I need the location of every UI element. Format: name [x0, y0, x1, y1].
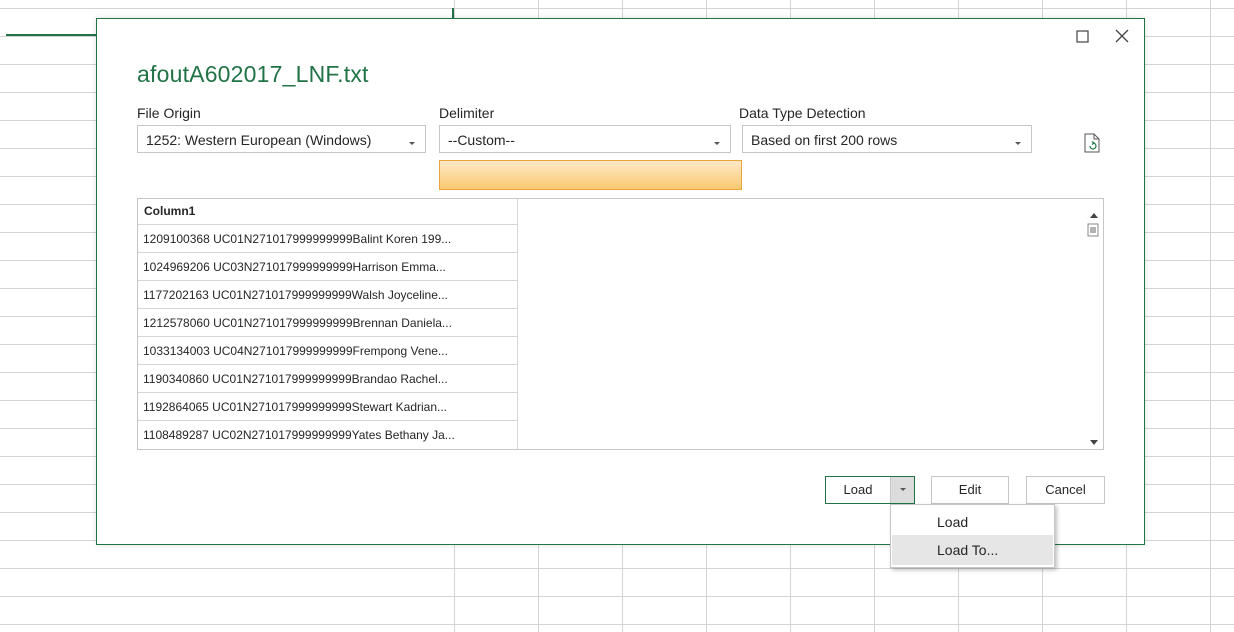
close-icon	[1111, 25, 1133, 47]
table-row: 1108489287 UC02N271017999999999Yates Bet…	[143, 428, 455, 442]
scroll-thumb-icon[interactable]	[1087, 223, 1099, 237]
maximize-icon	[1071, 25, 1093, 47]
menu-item-load-to[interactable]: Load To...	[892, 535, 1053, 565]
maximize-button[interactable]	[1071, 25, 1093, 47]
dialog-title: afoutA602017_LNF.txt	[137, 61, 369, 87]
data-preview-table: Column1 1209100368 UC01N271017999999999B…	[137, 198, 1104, 450]
table-row: 1177202163 UC01N271017999999999Walsh Joy…	[138, 281, 517, 309]
table-row: 1024969206 UC03N271017999999999Harrison …	[138, 253, 517, 281]
table-row: 1209100368 UC01N271017999999999Balint Ko…	[138, 225, 517, 253]
preview-column: Column1 1209100368 UC01N271017999999999B…	[138, 199, 518, 449]
column-header[interactable]: Column1	[138, 199, 517, 225]
table-row: 1212578060 UC01N271017999999999Brennan D…	[138, 309, 517, 337]
load-options-menu: Load Load To...	[890, 504, 1055, 568]
delimiter-label: Delimiter	[439, 105, 495, 121]
load-dropdown-toggle[interactable]	[890, 477, 914, 503]
file-origin-label: File Origin	[137, 105, 201, 121]
data-type-detection-select[interactable]: Based on first 200 rows	[742, 125, 1032, 153]
delimiter-select[interactable]: --Custom--	[439, 125, 731, 153]
menu-item-load[interactable]: Load	[892, 507, 1053, 537]
chevron-down-icon	[713, 134, 721, 145]
data-type-detection-value: Based on first 200 rows	[751, 132, 898, 148]
chevron-down-icon	[1014, 134, 1022, 145]
file-origin-value: 1252: Western European (Windows)	[146, 132, 372, 148]
delimiter-value: --Custom--	[448, 132, 515, 148]
file-origin-select[interactable]: 1252: Western European (Windows)	[137, 125, 426, 153]
load-split-button[interactable]: Load	[825, 476, 915, 504]
import-dialog: afoutA602017_LNF.txt File Origin 1252: W…	[96, 18, 1145, 545]
load-button[interactable]: Load	[826, 477, 890, 503]
chevron-down-icon	[408, 134, 416, 145]
close-button[interactable]	[1111, 25, 1133, 47]
custom-delimiter-input[interactable]	[439, 160, 742, 190]
refresh-document-icon	[1083, 133, 1101, 157]
vertical-scrollbar[interactable]	[1085, 199, 1103, 449]
table-row: 1190340860 UC01N271017999999999Brandao R…	[138, 365, 517, 393]
scroll-down-icon[interactable]	[1090, 433, 1098, 451]
table-row: 1192864065 UC01N271017999999999Stewart K…	[138, 393, 517, 421]
data-type-detection-label: Data Type Detection	[739, 105, 866, 121]
cancel-button[interactable]: Cancel	[1026, 476, 1105, 504]
scroll-up-icon[interactable]	[1090, 205, 1098, 223]
table-row: 1033134003 UC04N271017999999999Frempong …	[138, 337, 517, 365]
edit-button[interactable]: Edit	[931, 476, 1009, 504]
refresh-preview-button[interactable]	[1083, 133, 1101, 153]
